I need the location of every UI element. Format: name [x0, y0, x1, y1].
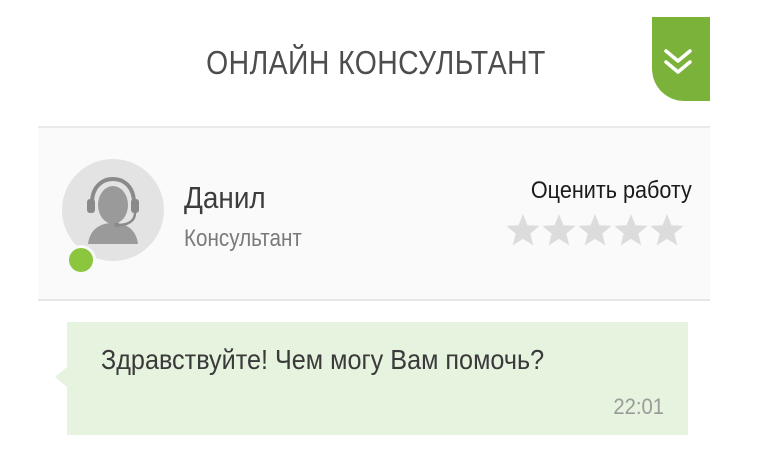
- operator-divider: [38, 299, 710, 301]
- operator-panel: Данил Консультант Оценить работу: [38, 128, 710, 299]
- star-1-icon[interactable]: [505, 213, 541, 247]
- star-5-icon[interactable]: [649, 213, 685, 247]
- message-text: Здравствуйте! Чем могу Вам помочь?: [101, 344, 545, 375]
- operator-role: Консультант: [184, 225, 302, 252]
- star-2-icon[interactable]: [541, 213, 577, 247]
- rating-stars: [505, 213, 685, 247]
- rate-label: Оценить работу: [531, 177, 692, 204]
- online-status-dot: [66, 245, 96, 275]
- operator-name: Данил: [184, 180, 266, 215]
- double-chevron-down-icon: [632, 17, 710, 101]
- collapse-button[interactable]: [632, 17, 710, 101]
- star-4-icon[interactable]: [613, 213, 649, 247]
- message-bubble: Здравствуйте! Чем могу Вам помочь? 22:01: [55, 322, 688, 435]
- chat-widget: ОНЛАЙН КОНСУЛЬТАНТ Данил Консультант Оце…: [0, 0, 768, 471]
- star-3-icon[interactable]: [577, 213, 613, 247]
- header-title: ОНЛАЙН КОНСУЛЬТАНТ: [206, 44, 546, 81]
- chat-header: ОНЛАЙН КОНСУЛЬТАНТ: [38, 0, 710, 126]
- bubble-tail: [55, 367, 67, 387]
- message-time: 22:01: [613, 394, 664, 419]
